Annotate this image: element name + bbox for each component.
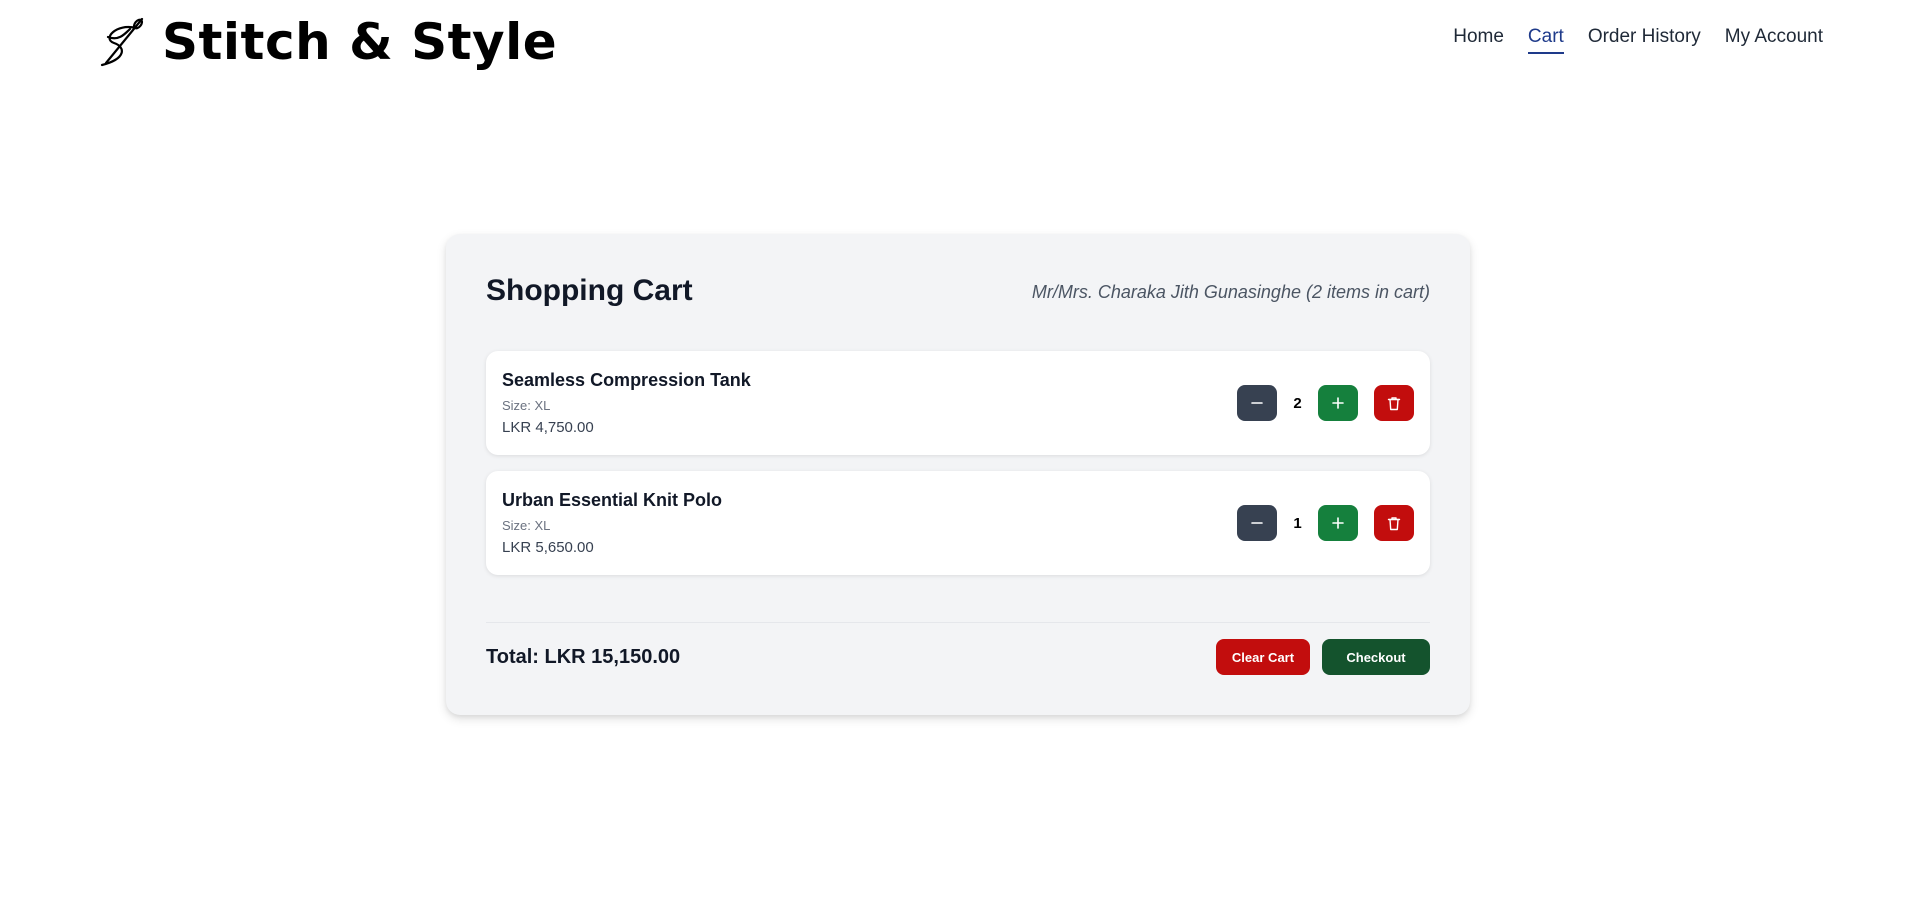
item-size: Size: XL	[502, 398, 551, 413]
remove-item-button[interactable]	[1374, 385, 1414, 421]
cart-total: Total: LKR 15,150.00	[486, 646, 681, 668]
item-name: Urban Essential Knit Polo	[502, 490, 723, 510]
site-header: Stitch & Style Home Cart Order History M…	[0, 0, 1917, 84]
quantity-controls: 2	[1237, 385, 1414, 421]
cart-item: Urban Essential Knit Polo Size: XL LKR 5…	[486, 471, 1430, 575]
nav-order-history[interactable]: Order History	[1588, 26, 1701, 54]
minus-icon	[1251, 402, 1263, 404]
main-nav: Home Cart Order History My Account	[1453, 26, 1823, 54]
brand-name: Stitch & Style	[162, 13, 558, 71]
item-name: Seamless Compression Tank	[502, 370, 751, 390]
decrease-quantity-button[interactable]	[1237, 385, 1277, 421]
clear-cart-button[interactable]: Clear Cart	[1216, 639, 1310, 675]
divider	[486, 622, 1430, 623]
item-quantity: 1	[1293, 514, 1302, 532]
increase-quantity-button[interactable]	[1318, 385, 1358, 421]
cart-actions: Clear Cart Checkout	[1216, 639, 1430, 675]
minus-icon	[1251, 522, 1263, 524]
page-title: Shopping Cart	[486, 274, 693, 307]
item-price: LKR 5,650.00	[502, 539, 594, 556]
item-quantity: 2	[1293, 394, 1302, 412]
trash-icon	[1387, 396, 1401, 410]
customer-info: Mr/Mrs. Charaka Jith Gunasinghe (2 items…	[1031, 282, 1430, 302]
checkout-button[interactable]: Checkout	[1322, 639, 1430, 675]
cart-item: Seamless Compression Tank Size: XL LKR 4…	[486, 351, 1430, 455]
plus-icon	[1332, 517, 1344, 529]
remove-item-button[interactable]	[1374, 505, 1414, 541]
brand-logo[interactable]: Stitch & Style	[96, 12, 557, 72]
increase-quantity-button[interactable]	[1318, 505, 1358, 541]
item-price: LKR 4,750.00	[502, 419, 594, 436]
shopping-cart-card: Shopping Cart Mr/Mrs. Charaka Jith Gunas…	[446, 234, 1470, 715]
nav-cart[interactable]: Cart	[1527, 26, 1564, 54]
nav-home[interactable]: Home	[1453, 26, 1504, 54]
plus-icon	[1332, 397, 1344, 409]
trash-icon	[1387, 516, 1401, 530]
nav-my-account[interactable]: My Account	[1725, 26, 1823, 54]
quantity-controls: 1	[1237, 505, 1414, 541]
needle-thread-icon	[100, 17, 144, 67]
decrease-quantity-button[interactable]	[1237, 505, 1277, 541]
item-size: Size: XL	[502, 518, 551, 533]
